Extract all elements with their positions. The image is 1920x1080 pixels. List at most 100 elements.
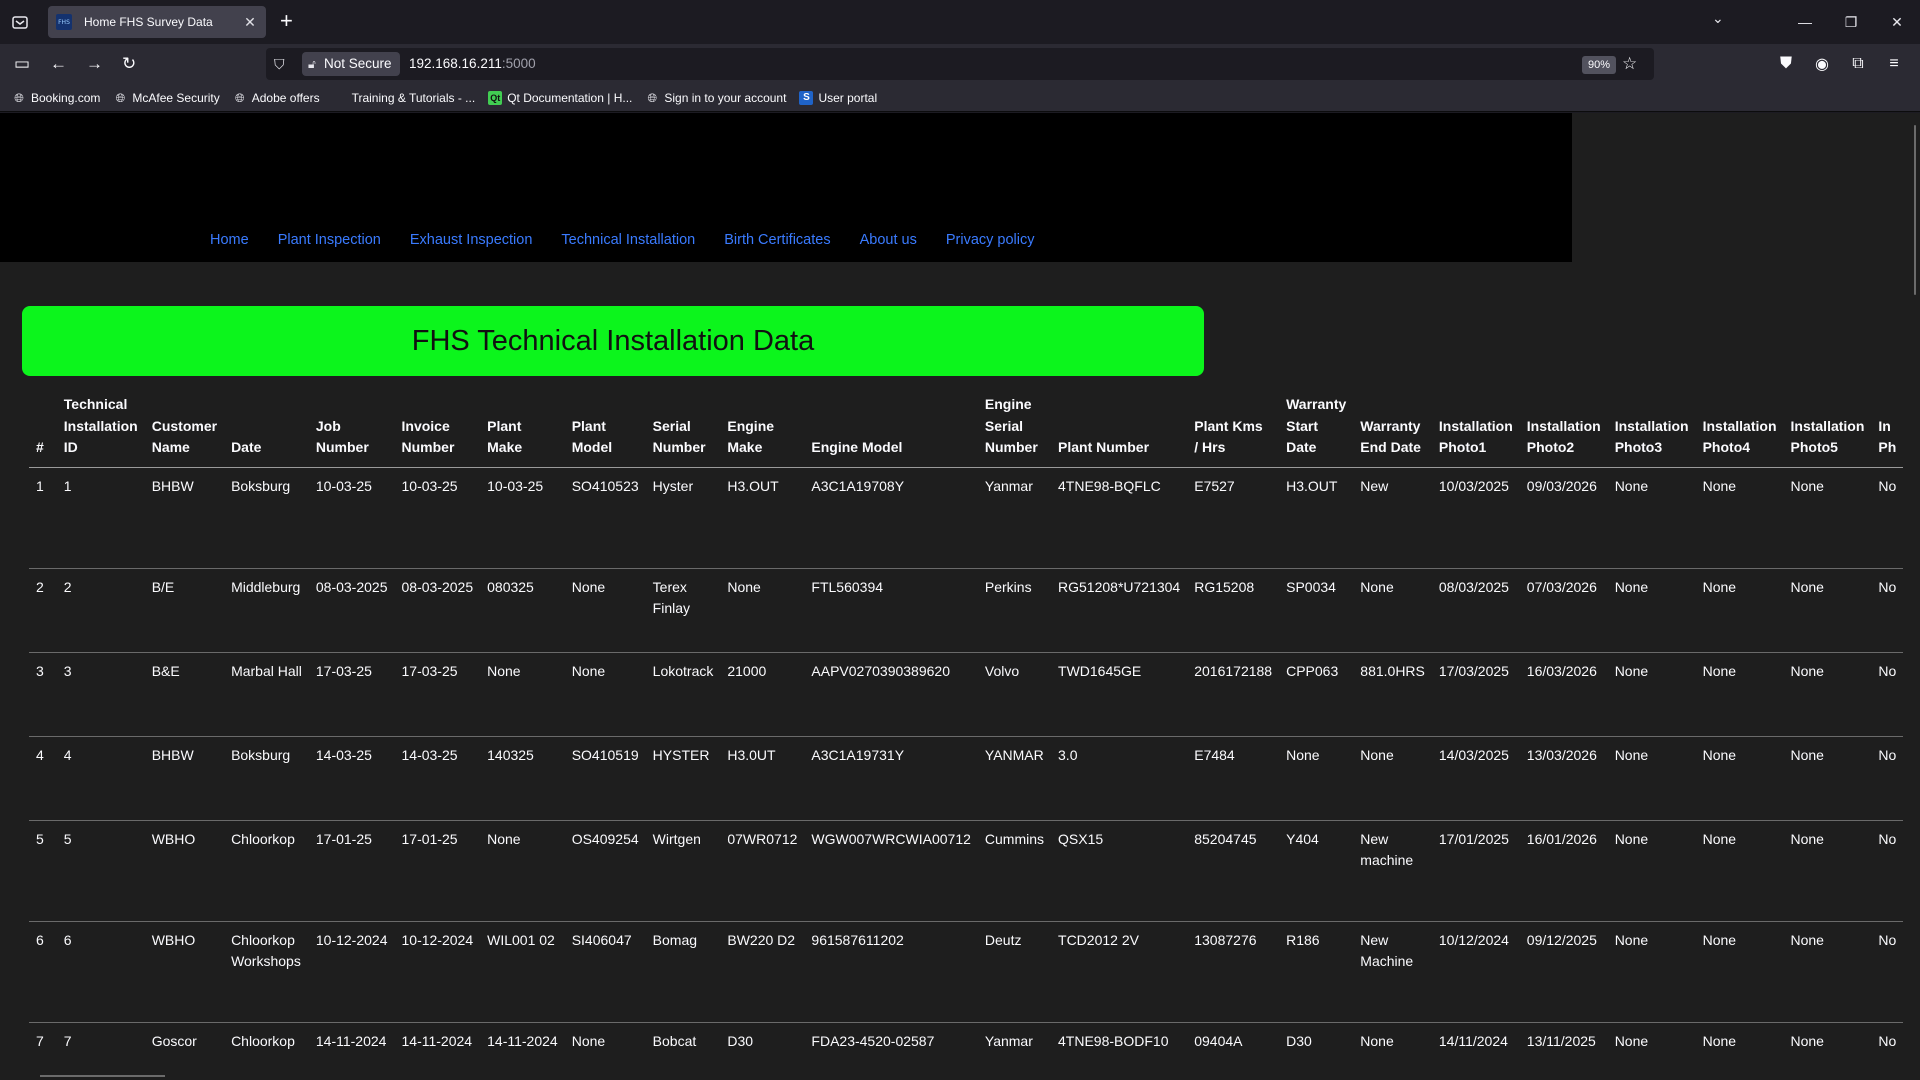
cell-text: None	[1790, 746, 1824, 763]
nav-link-home[interactable]: Home	[210, 232, 249, 248]
table-cell: 140325	[480, 736, 565, 821]
cell-text: 09/12/2025	[1526, 931, 1597, 948]
cell-text: TWD1645GE	[1058, 662, 1142, 679]
cell-text: 13/11/2025	[1526, 1032, 1596, 1049]
cell-text: None	[571, 1032, 606, 1049]
extensions-icon[interactable]: ⧉	[1840, 55, 1876, 73]
table-cell: 7	[29, 1022, 57, 1080]
cell-text: 2016172188	[1194, 662, 1273, 679]
reload-icon[interactable]: ↻	[122, 54, 136, 74]
table-cell: Wirtgen	[645, 820, 721, 922]
table-cell: None	[1607, 921, 1696, 1023]
bookmark-adobe-offers[interactable]: 🌐︎ Adobe offers	[233, 91, 320, 105]
cell-text: None	[1360, 578, 1394, 595]
table-cell: BHBW	[144, 736, 225, 821]
table-cell: None	[564, 568, 646, 653]
bookmark-training-tutorials[interactable]: Training & Tutorials - ...	[333, 91, 476, 105]
table-cell: None	[1695, 1022, 1784, 1080]
cell-text: Lokotrack	[652, 662, 714, 679]
cell-text: 1	[63, 477, 72, 494]
close-tab-icon[interactable]: ✕	[242, 14, 258, 31]
cell-text: Number	[984, 439, 1038, 455]
cell-text: 09404A	[1194, 1032, 1243, 1049]
cell-text: OS409254	[571, 830, 639, 847]
bookmark-star-icon[interactable]: ☆	[1622, 54, 1637, 74]
cell-text: D30	[1286, 1032, 1312, 1049]
cell-text: 5	[36, 830, 44, 847]
nav-link-privacy-policy[interactable]: Privacy policy	[946, 232, 1035, 248]
cell-text: WGW007WRCWIA00712	[811, 830, 971, 847]
tab-list-icon[interactable]	[10, 12, 30, 32]
table-cell: 08-03-2025	[308, 568, 395, 653]
cell-text: 6	[63, 931, 72, 948]
cell-text: ID	[63, 439, 78, 455]
cell-text: 09/03/2026	[1526, 477, 1597, 494]
table-cell: 07WR0712	[720, 820, 805, 922]
table-cell: Yanmar	[977, 467, 1052, 569]
column-header: Plant Model	[564, 390, 646, 468]
cell-text: 07/03/2026	[1526, 578, 1597, 595]
address-bar[interactable]: ⛉ 🔓︎ Not Secure 192.168.16.211:5000 90% …	[266, 48, 1654, 80]
table-cell: 881.0HRS	[1353, 652, 1432, 737]
column-header: Engine Serial Number	[977, 390, 1052, 468]
table-cell: 07/03/2026	[1519, 568, 1608, 653]
cell-text: Installation	[1526, 417, 1601, 434]
table-cell: Chloorkop	[224, 820, 309, 922]
menu-icon[interactable]: ≡	[1876, 55, 1912, 73]
chevron-down-icon[interactable]: ⌄	[1712, 10, 1724, 27]
cell-text: New	[1360, 830, 1389, 847]
bookmark-sign-in-to-your-account[interactable]: 🌐︎ Sign in to your account	[645, 91, 787, 105]
back-arrow-icon[interactable]: ←	[50, 54, 67, 74]
table-cell: 080325	[480, 568, 565, 653]
new-tab-icon[interactable]: +	[280, 10, 293, 32]
table-cell: 4TNE98-BODF10	[1051, 1022, 1188, 1080]
bookmark-qt-documentation-h[interactable]: Qt Qt Documentation | H...	[488, 90, 632, 105]
table-cell: Goscor	[144, 1022, 225, 1080]
sidebar-toggle-icon[interactable]: ▭	[14, 54, 30, 74]
minimize-icon[interactable]: —	[1782, 14, 1828, 30]
horizontal-scrollbar[interactable]	[40, 1075, 165, 1077]
table-cell: Cummins	[977, 820, 1052, 922]
cell-text: 7	[63, 1032, 72, 1049]
cell-text: None	[1790, 477, 1824, 494]
cell-text: None	[571, 662, 606, 679]
url-text[interactable]: 192.168.16.211:5000	[409, 56, 536, 71]
cell-text: None	[1790, 830, 1824, 847]
bookmark-mcafee-security[interactable]: 🌐︎ McAfee Security	[113, 91, 220, 105]
shield-icon[interactable]: ⛉	[274, 56, 285, 73]
table-cell: WIL001 02	[480, 921, 565, 1023]
close-window-icon[interactable]: ✕	[1874, 14, 1920, 31]
cell-text: Customer	[151, 417, 218, 434]
column-header: Warranty Start Date	[1279, 390, 1354, 468]
cell-text: H3.OUT	[1286, 477, 1338, 494]
table-cell: 08-03-2025	[394, 568, 481, 653]
table-header-row: # Technical Installation ID Customer Name Date…	[29, 390, 1904, 468]
table-cell: E7527	[1187, 467, 1280, 569]
column-header: Installation Photo1	[1431, 390, 1520, 468]
vertical-scrollbar[interactable]	[1914, 125, 1916, 295]
bookmark-user-portal[interactable]: S User portal	[799, 90, 877, 105]
browser-tab[interactable]: FHS Home FHS Survey Data ✕	[48, 6, 266, 38]
nav-link-about-us[interactable]: About us	[860, 232, 917, 248]
cell-text: Number	[401, 439, 455, 455]
cell-text: Invoice	[401, 417, 450, 434]
table-cell: 17-01-25	[394, 820, 481, 922]
cell-text: Date	[1286, 439, 1317, 455]
forward-arrow-icon[interactable]: →	[86, 54, 103, 74]
bookmark-booking-com[interactable]: 🌐︎ Booking.com	[12, 91, 100, 105]
table-cell: 2016172188	[1187, 652, 1280, 737]
cell-text: Plant Kms	[1194, 417, 1263, 434]
zoom-indicator[interactable]: 90%	[1582, 56, 1617, 74]
nav-link-plant-inspection[interactable]: Plant Inspection	[278, 232, 381, 248]
cell-text: 16/03/2026	[1526, 662, 1597, 679]
table-cell: No	[1871, 921, 1904, 1023]
account-icon[interactable]: ◉	[1804, 54, 1840, 74]
nav-link-exhaust-inspection[interactable]: Exhaust Inspection	[410, 232, 533, 248]
restore-icon[interactable]: ❐	[1828, 14, 1874, 31]
pocket-icon[interactable]: ⛊	[1768, 55, 1804, 73]
security-indicator[interactable]: 🔓︎ Not Secure	[302, 52, 400, 76]
cell-text: 10-03-25	[401, 477, 458, 494]
nav-link-birth-certificates[interactable]: Birth Certificates	[724, 232, 830, 248]
table-cell: None	[1279, 736, 1354, 821]
nav-link-technical-installation[interactable]: Technical Installation	[561, 232, 695, 248]
